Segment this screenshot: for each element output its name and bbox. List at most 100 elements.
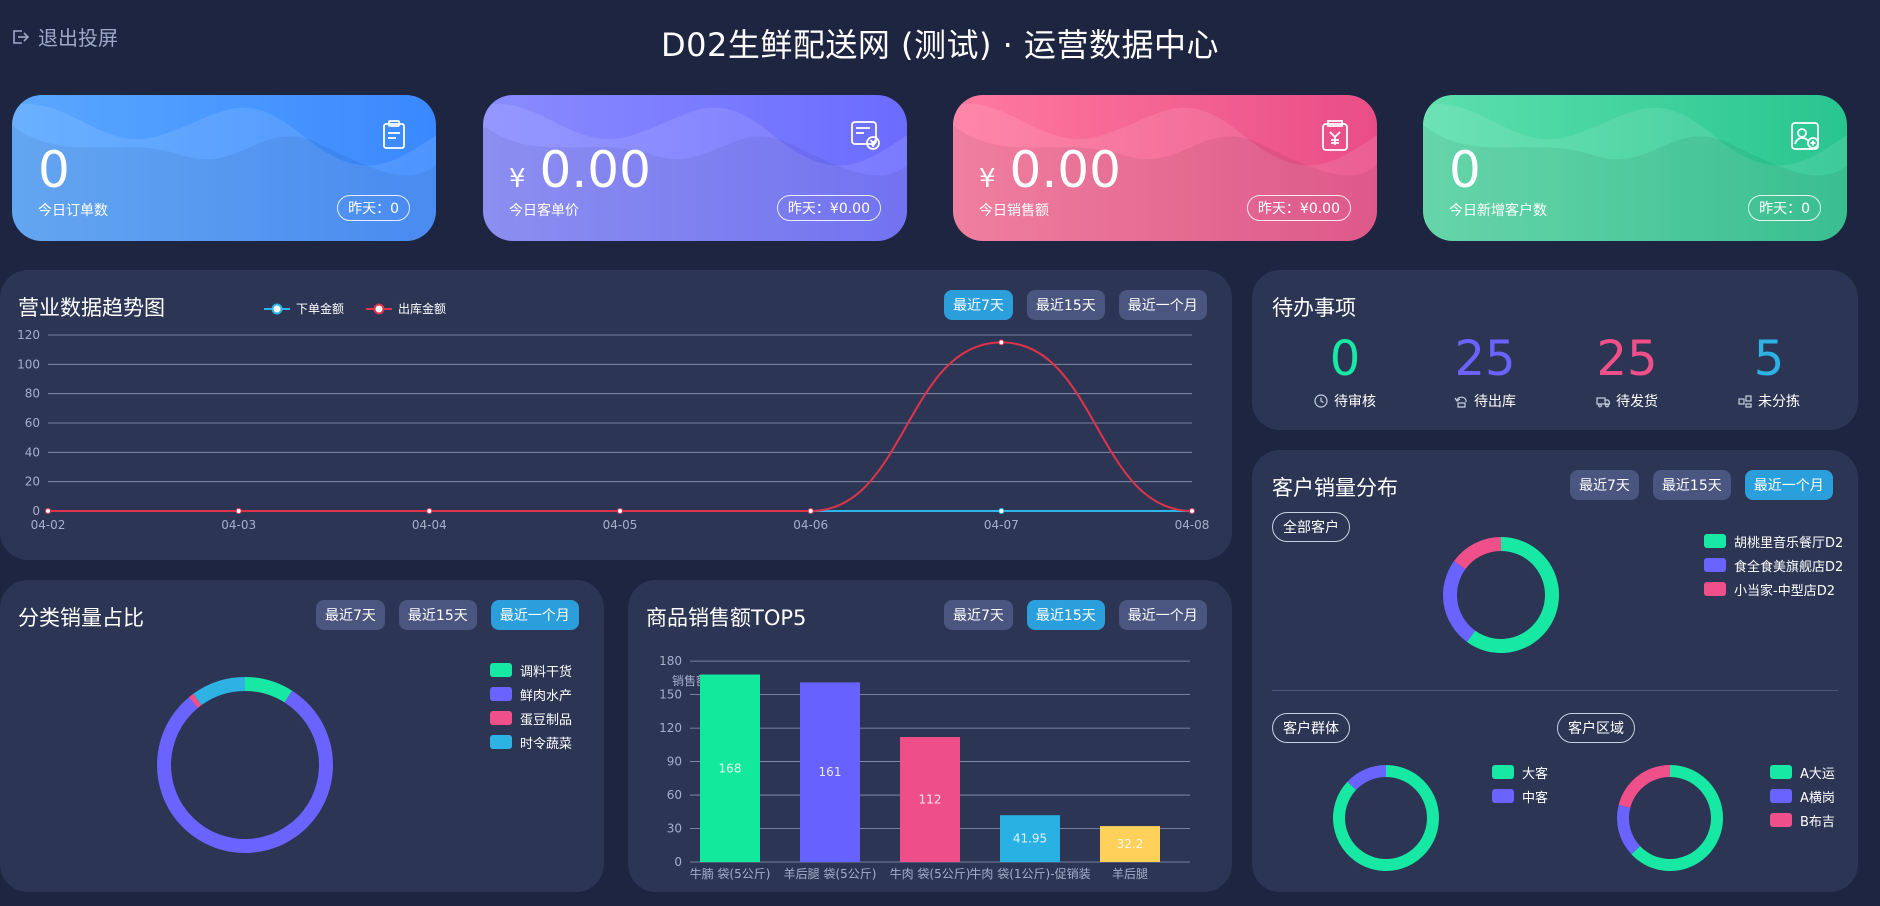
- customer-group-legend: 大客 中客: [1492, 764, 1548, 806]
- yesterday-badge: 昨天：0: [337, 195, 410, 221]
- bar-value-label: 112: [919, 793, 942, 807]
- legend-label: 食全食美旗舰店D2: [1734, 559, 1844, 575]
- legend-item[interactable]: A大运: [1770, 764, 1835, 782]
- stat-number: 0: [1449, 141, 1481, 199]
- range-button-7d[interactable]: 最近7天: [1570, 470, 1639, 500]
- legend-swatch: [490, 711, 512, 725]
- todo-item[interactable]: 5 未分拣: [1699, 335, 1839, 411]
- todo-label-row: 待审核: [1275, 391, 1415, 411]
- todo-label: 未分拣: [1758, 394, 1800, 410]
- y-tick-label: 80: [25, 387, 40, 401]
- y-tick-label: 120: [659, 721, 682, 735]
- legend-item[interactable]: 时令蔬菜: [490, 734, 572, 752]
- legend-swatch: [1492, 789, 1514, 803]
- y-tick-label: 0: [32, 504, 40, 518]
- user-add-icon: [1791, 122, 1819, 150]
- data-point[interactable]: [807, 508, 814, 514]
- y-tick-label: 20: [25, 475, 40, 489]
- legend-item[interactable]: 鲜肉水产: [490, 686, 572, 704]
- yesterday-badge: 昨天：¥0.00: [776, 195, 881, 221]
- todo-count: 25: [1596, 331, 1658, 387]
- x-tick-label: 04-02: [31, 518, 66, 532]
- legend-item[interactable]: 蛋豆制品: [490, 710, 573, 728]
- customer-group-donut-chart: [1333, 765, 1439, 871]
- stat-number: 0.00: [539, 141, 651, 199]
- return-icon: [1454, 396, 1467, 408]
- legend-item[interactable]: 中客: [1492, 788, 1548, 806]
- customer-area-tag[interactable]: 客户区域: [1557, 713, 1635, 743]
- data-point[interactable]: [1189, 508, 1195, 514]
- data-point[interactable]: [998, 339, 1005, 346]
- range-button-15d[interactable]: 最近15天: [1652, 470, 1731, 500]
- range-button-month[interactable]: 最近一个月: [490, 600, 579, 630]
- series-line: [48, 341, 1193, 512]
- legend-label: 小当家-中型店D2: [1734, 583, 1835, 599]
- legend-item[interactable]: A横岗: [1770, 788, 1835, 806]
- y-tick-label: 150: [659, 688, 682, 702]
- all-customers-tag[interactable]: 全部客户: [1272, 512, 1350, 542]
- todo-count: 5: [1753, 331, 1785, 387]
- invoice-yen-icon: [851, 121, 880, 150]
- truck-icon: [1596, 397, 1610, 408]
- legend-swatch: [490, 735, 512, 749]
- legend-label: A大运: [1800, 766, 1835, 782]
- legend-label: 蛋豆制品: [520, 712, 573, 728]
- legend-label: B布吉: [1800, 814, 1835, 830]
- range-button-15d[interactable]: 最近15天: [398, 600, 477, 630]
- legend-item[interactable]: 小当家-中型店D2: [1704, 581, 1843, 599]
- currency-symbol: ¥: [509, 164, 526, 194]
- todo-item[interactable]: 25 待出库: [1415, 335, 1555, 411]
- todo-label: 待出库: [1474, 394, 1516, 410]
- legend-item[interactable]: 胡桃里音乐餐厅D2: [1704, 533, 1843, 551]
- range-button-month[interactable]: 最近一个月: [1744, 470, 1833, 500]
- donut-slice[interactable]: [1443, 560, 1476, 642]
- donut-slice[interactable]: [1618, 765, 1670, 808]
- x-tick-label: 04-06: [793, 518, 828, 532]
- donut-slice[interactable]: [245, 677, 293, 703]
- stat-label: 今日销售额: [979, 203, 1049, 219]
- currency-symbol: ¥: [979, 164, 996, 194]
- donut-slice[interactable]: [193, 677, 245, 706]
- data-point[interactable]: [426, 508, 433, 514]
- data-point[interactable]: [617, 508, 623, 514]
- donut-slice[interactable]: [156, 690, 333, 853]
- customer-donut-chart: [1443, 537, 1559, 653]
- bag-yen-icon: [1322, 120, 1348, 151]
- legend-item[interactable]: 食全食美旗舰店D2: [1704, 557, 1844, 575]
- data-point[interactable]: [45, 508, 51, 514]
- customer-area-donut-chart: [1617, 765, 1723, 871]
- stat-card: ¥0.00 今日销售额 昨天：¥0.00: [953, 95, 1377, 241]
- x-tick-label: 04-05: [603, 518, 638, 532]
- todo-item[interactable]: 25 待发货: [1557, 335, 1697, 411]
- x-tick-label: 羊后腿: [1112, 866, 1148, 881]
- stat-label: 今日订单数: [38, 203, 108, 219]
- yesterday-badge: 昨天：0: [1748, 195, 1821, 221]
- trend-line-chart: 0 20 40 60 80 100 120 04-02 04-03 04-04 04-05 04-06…: [17, 328, 1210, 532]
- data-point[interactable]: [235, 508, 242, 514]
- legend-swatch: [490, 663, 512, 677]
- legend-swatch: [490, 687, 512, 701]
- y-tick-label: 30: [667, 822, 682, 836]
- legend-item[interactable]: 大客: [1492, 764, 1548, 782]
- todo-count: 0: [1329, 331, 1361, 387]
- x-tick-label: 牛肉 袋(1公斤)-促销装: [969, 866, 1090, 881]
- todo-item[interactable]: 0 待审核: [1275, 335, 1415, 411]
- todo-title: 待办事项: [1272, 296, 1356, 320]
- legend-swatch: [1770, 765, 1792, 779]
- stat-card: 0 今日订单数 昨天：0: [12, 95, 436, 241]
- customer-legend: 胡桃里音乐餐厅D2 食全食美旗舰店D2 小当家-中型店D2: [1704, 533, 1844, 599]
- customer-group-tag[interactable]: 客户群体: [1272, 713, 1350, 743]
- customer-area-legend: A大运 A横岗 B布吉: [1770, 764, 1835, 830]
- legend-item[interactable]: 调料干货: [490, 662, 572, 680]
- legend-swatch: [1704, 582, 1726, 596]
- donut-slice[interactable]: [1347, 765, 1386, 790]
- donut-slice[interactable]: [1454, 537, 1501, 570]
- todo-label-row: 待发货: [1557, 391, 1697, 411]
- x-tick-label: 04-08: [1175, 518, 1210, 532]
- data-point[interactable]: [998, 508, 1005, 514]
- clipboard-icon: [383, 120, 405, 149]
- legend-item[interactable]: B布吉: [1770, 812, 1835, 830]
- donut-slice[interactable]: [1617, 804, 1641, 855]
- range-button-7d[interactable]: 最近7天: [316, 600, 385, 630]
- todo-count: 25: [1454, 331, 1516, 387]
